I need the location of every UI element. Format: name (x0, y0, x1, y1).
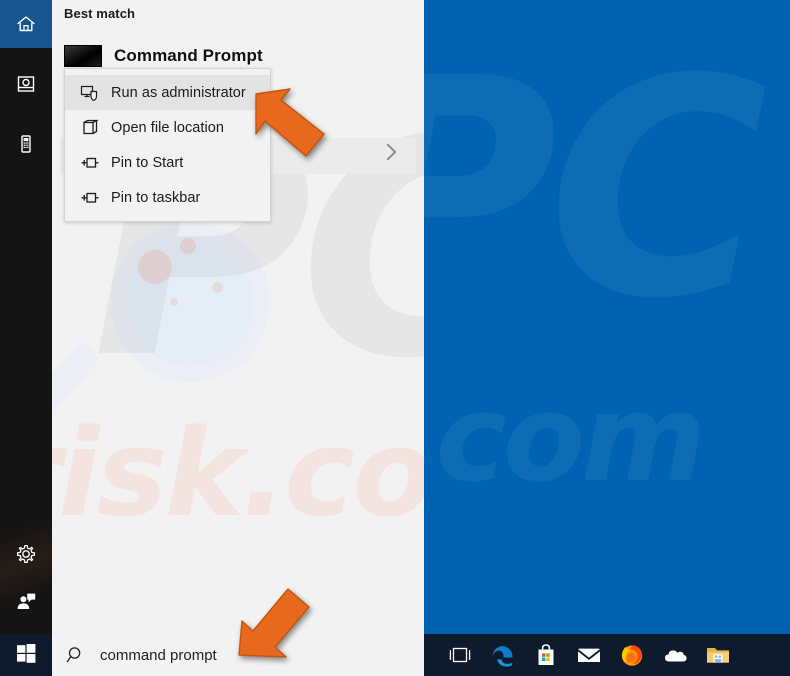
sidebar-item-my-stuff[interactable] (0, 60, 52, 108)
open-folder-icon (79, 117, 101, 139)
context-menu-item-label: Pin to Start (111, 154, 184, 171)
taskbar-pinned-icons (424, 634, 790, 676)
start-button[interactable] (0, 634, 52, 676)
watermark-dot (170, 298, 178, 306)
onedrive-icon (662, 645, 688, 665)
context-menu-item-pin-to-taskbar[interactable]: Pin to taskbar (65, 180, 270, 215)
pin-icon (79, 152, 101, 174)
desktop-watermark-bottom: .com (424, 370, 706, 509)
context-menu-item-pin-to-start[interactable]: Pin to Start (65, 145, 270, 180)
taskbar-item-file-explorer[interactable] (696, 634, 739, 676)
sidebar-item-feedback[interactable] (0, 578, 52, 626)
shield-admin-icon (79, 82, 101, 104)
sidebar-item-home[interactable] (0, 0, 52, 48)
watermark-dot (212, 282, 223, 293)
sidebar-bottom-group (0, 530, 52, 634)
watermark-dot (180, 238, 196, 254)
watermark-magnifier-handle (52, 341, 101, 448)
context-menu: Run as administrator Open file location (64, 68, 271, 222)
desktop-background[interactable]: PC .com (424, 0, 790, 634)
home-icon (15, 13, 37, 35)
context-menu-item-label: Run as administrator (111, 84, 246, 101)
pin-icon (79, 187, 101, 209)
start-menu-left-rail (0, 0, 52, 634)
taskbar-item-task-view[interactable] (438, 634, 481, 676)
context-menu-item-open-file-location[interactable]: Open file location (65, 110, 270, 145)
sidebar-item-settings[interactable] (0, 530, 52, 578)
my-stuff-icon (15, 73, 37, 95)
context-menu-item-label: Pin to taskbar (111, 189, 201, 206)
taskbar-item-microsoft-store[interactable] (524, 634, 567, 676)
search-icon (66, 645, 86, 665)
context-menu-item-label: Open file location (111, 119, 224, 136)
chevron-right-icon (379, 143, 397, 161)
context-menu-item-run-as-administrator[interactable]: Run as administrator (65, 75, 270, 110)
taskbar-item-mail[interactable] (567, 634, 610, 676)
taskbar-item-firefox[interactable] (610, 634, 653, 676)
sidebar-item-apps[interactable] (0, 120, 52, 168)
windows-desktop-screen: PC .com PC risk.com Best match Command P… (0, 0, 790, 676)
firefox-icon (619, 642, 645, 668)
edge-icon (490, 642, 516, 668)
feedback-person-icon (15, 591, 37, 613)
watermark-magnifier-lens-inner (126, 238, 254, 366)
mail-icon (576, 644, 602, 666)
apps-icon (15, 133, 37, 155)
watermark-dot (138, 250, 172, 284)
file-explorer-icon (705, 644, 731, 666)
best-match-heading: Best match (64, 6, 136, 21)
task-view-icon (448, 644, 472, 666)
command-prompt-icon (64, 45, 102, 67)
windows-logo-icon (15, 642, 37, 669)
search-input[interactable]: command prompt (100, 647, 217, 664)
panel-watermark-bottom-text: risk.com (52, 405, 424, 544)
best-match-result-title: Command Prompt (114, 46, 263, 65)
arrow-pointing-run-as-administrator (250, 82, 336, 173)
taskbar-item-microsoft-edge[interactable] (481, 634, 524, 676)
taskbar-item-onedrive[interactable] (653, 634, 696, 676)
taskbar: command prompt (0, 634, 790, 676)
desktop-watermark-top: PC (424, 15, 768, 364)
arrow-pointing-search-box (231, 583, 317, 674)
gear-icon (15, 543, 37, 565)
store-icon (534, 642, 558, 668)
watermark-magnifier-lens (110, 222, 270, 382)
